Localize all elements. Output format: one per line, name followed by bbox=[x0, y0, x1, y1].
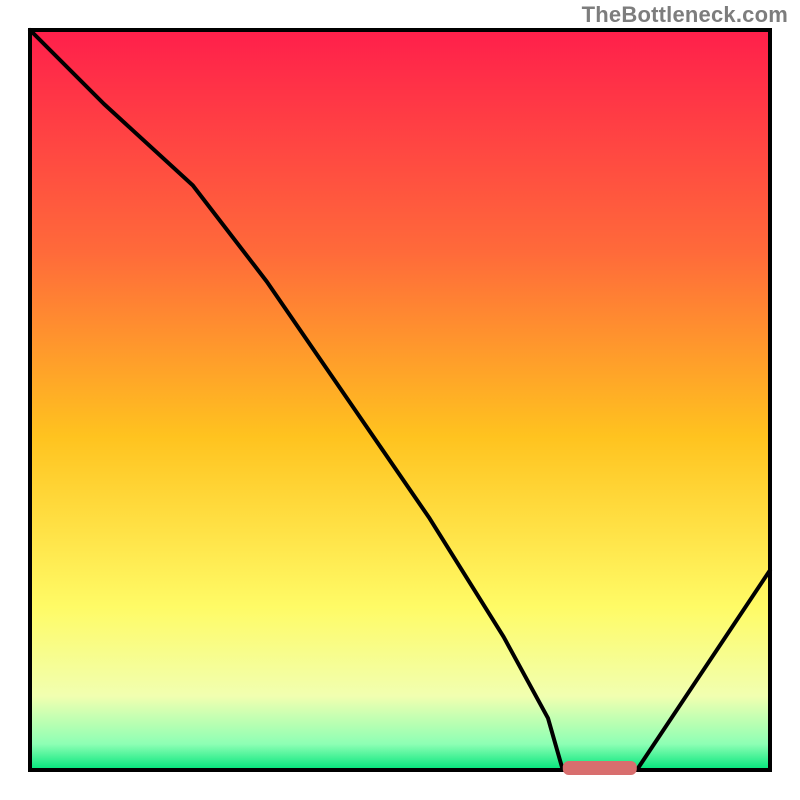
watermark-text: TheBottleneck.com bbox=[582, 2, 788, 28]
plot-frame bbox=[30, 30, 770, 775]
chart-svg bbox=[0, 0, 800, 800]
gradient-background bbox=[30, 30, 770, 770]
highlight-marker bbox=[563, 761, 637, 775]
chart-container: TheBottleneck.com bbox=[0, 0, 800, 800]
